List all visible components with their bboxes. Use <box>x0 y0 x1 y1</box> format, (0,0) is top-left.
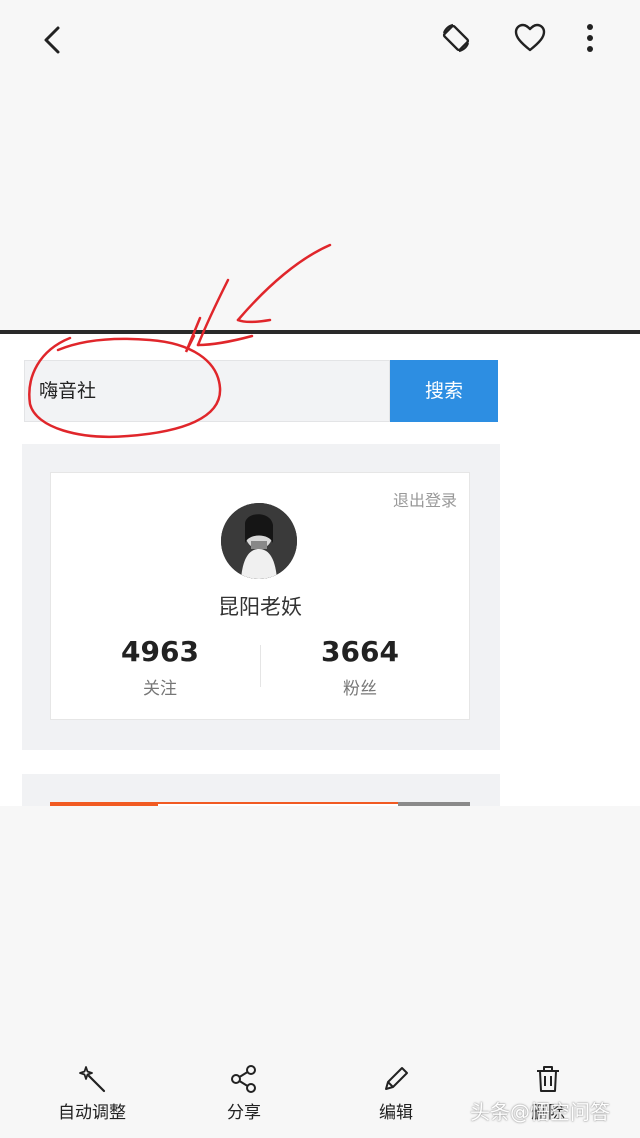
share-button[interactable]: 分享 <box>189 1064 299 1123</box>
accent-bar <box>50 802 470 806</box>
auto-adjust-button[interactable]: 自动调整 <box>37 1064 147 1123</box>
stat-divider <box>260 645 261 687</box>
followers-count: 3664 <box>321 635 399 668</box>
more-vertical-icon[interactable] <box>574 16 606 60</box>
trash-icon <box>537 1066 559 1092</box>
secondary-panel <box>22 774 500 806</box>
pencil-icon <box>385 1067 408 1090</box>
profile-card: 退出登录 昆阳老妖 4963 关注 3664 粉丝 <box>50 472 470 720</box>
following-stat[interactable]: 4963 关注 <box>75 635 245 699</box>
following-count: 4963 <box>121 635 199 668</box>
following-label: 关注 <box>143 679 177 699</box>
edit-label: 编辑 <box>379 1103 413 1123</box>
followers-stat[interactable]: 3664 粉丝 <box>275 635 445 699</box>
edit-button[interactable]: 编辑 <box>341 1064 451 1123</box>
back-arrow-icon[interactable] <box>30 18 74 62</box>
magic-wand-icon <box>79 1066 106 1093</box>
profile-panel: 退出登录 昆阳老妖 4963 关注 3664 粉丝 <box>22 444 500 750</box>
auto-adjust-label: 自动调整 <box>58 1103 126 1123</box>
heart-icon[interactable] <box>508 16 552 60</box>
watermark: 头条@悟空问答 <box>470 1100 610 1124</box>
search-button[interactable]: 搜索 <box>390 360 498 422</box>
rotate-icon[interactable] <box>434 16 478 60</box>
search-bar: 嗨音社 搜索 <box>24 360 498 422</box>
username: 昆阳老妖 <box>218 595 302 619</box>
avatar[interactable] <box>221 503 297 579</box>
share-icon <box>231 1065 256 1093</box>
viewer-top-bar <box>0 0 640 80</box>
followers-label: 粉丝 <box>343 679 377 699</box>
search-input[interactable]: 嗨音社 <box>24 360 390 422</box>
share-label: 分享 <box>227 1103 261 1123</box>
logout-link[interactable]: 退出登录 <box>393 487 457 511</box>
photo-content: 嗨音社 搜索 退出登录 昆阳老妖 4963 关注 3664 粉丝 <box>0 330 640 806</box>
